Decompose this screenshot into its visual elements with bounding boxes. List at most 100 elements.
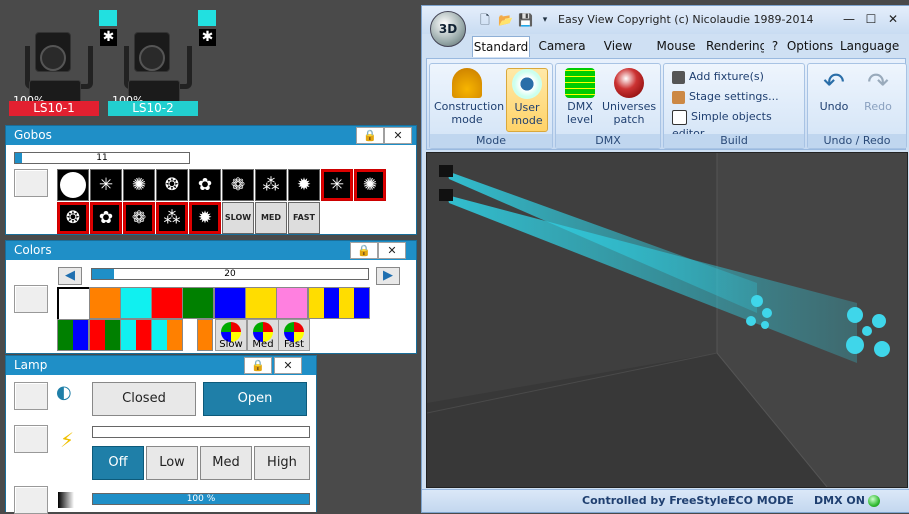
color-swatch-split-1[interactable] [308, 287, 370, 319]
color-slider[interactable]: 20 [91, 268, 369, 280]
3d-viewport[interactable] [426, 152, 908, 488]
dimmer-gradient-icon [58, 492, 74, 508]
color-swatch-cyan[interactable] [120, 287, 152, 319]
gobo-slider[interactable]: 11 [14, 152, 190, 164]
window-title: Easy View Copyright (c) Nicolaudie 1989-… [558, 13, 814, 26]
new-file-icon[interactable]: 🗋 [478, 13, 492, 27]
tab-camera[interactable]: Camera [534, 36, 590, 56]
gobo-spokes-red-icon[interactable]: ✹ [189, 202, 221, 234]
save-icon[interactable]: 💾 [518, 13, 533, 27]
gobo-slow-button[interactable]: SLOW [222, 202, 254, 234]
gobo-burst-red-icon[interactable]: ✺ [354, 169, 386, 201]
tab-help[interactable]: ? [766, 36, 784, 56]
dmx-level-button[interactable]: DMX level [560, 68, 600, 130]
color-swatch-split-4[interactable] [120, 319, 152, 351]
group-build: Add fixture(s) Stage settings... Simple … [663, 63, 805, 149]
dimmer-button[interactable] [14, 486, 48, 514]
color-swatch-pink[interactable] [276, 287, 308, 319]
strobe-button[interactable] [14, 425, 48, 453]
gobo-open-icon[interactable] [57, 169, 89, 201]
shutter-icon: ◐ [56, 382, 72, 403]
gobo-spokes-icon[interactable]: ✹ [288, 169, 320, 201]
gobo-swirl-red-icon[interactable]: ❁ [123, 202, 155, 234]
add-fixture-button[interactable]: Add fixture(s) [672, 68, 764, 85]
gobo-ring-icon[interactable]: ❂ [156, 169, 188, 201]
color-swatch-green[interactable] [182, 287, 214, 319]
fixture-ls10-2[interactable]: ✱ 100% LS10-2 [108, 10, 216, 116]
minimize-icon[interactable]: — [840, 12, 858, 26]
shutter-open-button[interactable]: Open [203, 382, 307, 416]
panel-title: Gobos [6, 126, 416, 145]
close-icon[interactable]: ✕ [384, 127, 412, 144]
color-swatch-orange-2[interactable] [197, 319, 213, 351]
status-eco-mode: ECO MODE [728, 494, 794, 507]
lamp-med-button[interactable]: Med [200, 446, 252, 480]
color-swatch-red[interactable] [151, 287, 183, 319]
gobo-dots-icon[interactable]: ⁂ [255, 169, 287, 201]
tab-language[interactable]: Language [840, 36, 899, 56]
color-open-button[interactable] [14, 285, 48, 313]
gobo-splash-icon[interactable]: ✳ [90, 169, 122, 201]
stage-settings-button[interactable]: Stage settings... [672, 88, 779, 105]
lamp-high-button[interactable]: High [254, 446, 310, 480]
shutter-button[interactable] [14, 382, 48, 410]
lock-icon[interactable]: 🔒 [350, 242, 378, 259]
universes-patch-button[interactable]: Universes patch [602, 68, 656, 130]
gobo-med-button[interactable]: MED [255, 202, 287, 234]
lamp-low-button[interactable]: Low [146, 446, 198, 480]
fixture-ls10-1[interactable]: ✱ 100% LS10-1 [9, 10, 117, 116]
colors-panel: Colors 🔒 ✕ ◀ 20 ▶ Slow Med Fast [5, 240, 417, 354]
tab-mouse[interactable]: Mouse [650, 36, 702, 56]
color-swatch-split-5[interactable] [151, 319, 183, 351]
color-swatch-yellow[interactable] [245, 287, 277, 319]
color-next-button[interactable]: ▶ [376, 267, 400, 285]
gobo-dots-red-icon[interactable]: ⁂ [156, 202, 188, 234]
gobo-fast-button[interactable]: FAST [288, 202, 320, 234]
group-label: Mode [430, 134, 552, 148]
user-mode-button[interactable]: User mode [506, 68, 548, 132]
color-swatch-white[interactable] [57, 287, 91, 321]
maximize-icon[interactable]: ☐ [862, 12, 880, 26]
construction-mode-button[interactable]: Construction mode [434, 68, 504, 130]
fixture-1-model [439, 165, 453, 177]
gobo-open-button[interactable] [14, 169, 48, 197]
quick-access-dropdown-icon[interactable]: ▾ [538, 13, 552, 27]
gobo-splash-red-icon[interactable]: ✳ [321, 169, 353, 201]
gobos-panel: Gobos 🔒 ✕ 11 ✳ ✺ ❂ ✿ ❁ ⁂ ✹ ✳ ✺ ❂ ✿ ❁ ⁂ ✹… [5, 125, 417, 235]
undo-button[interactable]: ↶ Undo [814, 68, 854, 130]
undo-icon: ↶ [823, 68, 845, 98]
gobo-petal-icon[interactable]: ✺ [123, 169, 155, 201]
color-wheel-fast[interactable]: Fast [278, 319, 310, 351]
gobo-ring-red-icon[interactable]: ❂ [57, 202, 89, 234]
tab-standard[interactable]: Standard t [472, 36, 530, 74]
app-orb-button[interactable]: 3D [430, 11, 466, 47]
lock-icon[interactable]: 🔒 [356, 127, 384, 144]
color-swatch-orange[interactable] [89, 287, 121, 319]
shutter-closed-button[interactable]: Closed [92, 382, 196, 416]
open-folder-icon[interactable]: 📂 [498, 13, 513, 27]
color-wheel-slow[interactable]: Slow [215, 319, 247, 351]
color-swatch-split-3[interactable] [89, 319, 121, 351]
close-icon[interactable]: ✕ [274, 357, 302, 374]
redo-button[interactable]: ↷ Redo [858, 68, 898, 130]
tab-options[interactable]: Options [784, 36, 836, 56]
gobo-triple-red-icon[interactable]: ✿ [90, 202, 122, 234]
dimmer-slider[interactable]: 100 % [92, 493, 310, 505]
simple-objects-editor-button[interactable]: Simple objects editor [672, 108, 804, 140]
strobe-slider[interactable] [92, 426, 310, 438]
color-swatch-split-2[interactable] [57, 319, 89, 351]
3d-scene [427, 153, 907, 487]
gobo-swirl-icon[interactable]: ❁ [222, 169, 254, 201]
close-window-icon[interactable]: ✕ [884, 12, 902, 26]
lamp-off-button[interactable]: Off [92, 446, 144, 480]
level-meter-icon [565, 68, 595, 98]
color-prev-button[interactable]: ◀ [58, 267, 82, 285]
gobo-triple-icon[interactable]: ✿ [189, 169, 221, 201]
color-swatch-blue[interactable] [214, 287, 246, 319]
tab-view[interactable]: View [592, 36, 644, 56]
color-wheel-med[interactable]: Med [247, 319, 279, 351]
tab-rendering[interactable]: Rendering [706, 36, 764, 56]
lock-icon[interactable]: 🔒 [244, 357, 272, 374]
redo-icon: ↷ [867, 68, 889, 98]
close-icon[interactable]: ✕ [378, 242, 406, 259]
